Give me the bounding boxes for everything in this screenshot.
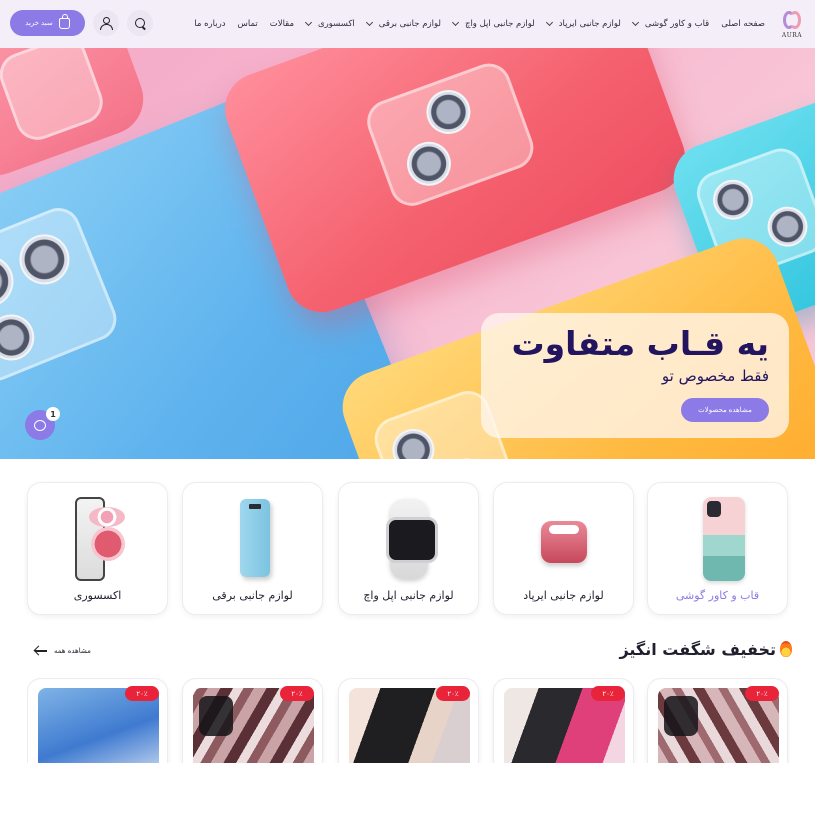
airpods-case-image (519, 491, 609, 586)
category-label: لوازم جانبی ایرپاد (523, 589, 604, 602)
category-card-airpods[interactable]: لوازم جانبی ایرپاد (493, 482, 634, 615)
nav-label: درباره ما (194, 19, 226, 29)
arrow-left-icon (35, 646, 47, 656)
nav-label: صفحه اصلی (721, 19, 765, 29)
category-card-phone-cases[interactable]: قاب و کاور گوشی (647, 482, 788, 615)
discount-badge: ۲۰٪ (745, 686, 779, 701)
nav-item-airpods[interactable]: لوازم جانبی ایرپاد (545, 18, 621, 29)
chevron-down-icon (631, 18, 639, 27)
category-card-accessories[interactable]: اکسسوری (27, 482, 168, 615)
chat-button[interactable]: 1 (25, 407, 60, 440)
main-nav: صفحه اصلی قاب و کاور گوشی لوازم جانبی ای… (182, 0, 765, 48)
deals-product-list: ۲۰٪ ۲۰٪ ۲۰٪ ۲۰٪ ۲۰٪ (27, 678, 790, 763)
nav-item-about[interactable]: درباره ما (194, 19, 225, 29)
product-card[interactable]: ۲۰٪ (493, 678, 634, 763)
nav-label: لوازم جانبی برقی (378, 19, 441, 29)
search-button[interactable] (127, 10, 153, 36)
search-icon (134, 17, 146, 29)
nav-label: مقالات (269, 19, 295, 29)
fire-icon (780, 641, 792, 657)
nav-item-phone-cases[interactable]: قاب و کاور گوشی (631, 18, 710, 29)
nav-label: لوازم جانبی اپل واچ (464, 19, 535, 29)
hero-subtitle: فقط مخصوص تو (661, 367, 769, 385)
deals-title: تخفیف شگفت انگیز (600, 640, 792, 659)
shopping-bag-icon (58, 13, 70, 29)
discount-badge: ۲۰٪ (280, 686, 314, 701)
phone-case-image (673, 491, 763, 586)
category-card-apple-watch[interactable]: لوازم جانبی اپل واچ (338, 482, 479, 615)
nav-item-home[interactable]: صفحه اصلی (721, 19, 765, 29)
category-label: اکسسوری (73, 589, 122, 602)
see-all-label: مشاهده همه (54, 647, 91, 655)
see-all-link[interactable]: مشاهده همه (35, 646, 91, 656)
category-label: قاب و کاور گوشی (675, 589, 760, 602)
nav-item-accessories[interactable]: اکسسوری (304, 18, 355, 29)
power-bank-image (208, 491, 298, 586)
product-card[interactable]: ۲۰٪ (27, 678, 168, 763)
discount-badge: ۲۰٪ (591, 686, 625, 701)
nav-item-articles[interactable]: مقالات (270, 19, 294, 29)
user-icon (100, 17, 113, 30)
nav-label: اکسسوری (318, 19, 355, 29)
discount-badge: ۲۰٪ (125, 686, 159, 701)
logo-mark-icon (782, 10, 802, 30)
category-label: لوازم جانبی اپل واچ (363, 589, 454, 602)
nav-label: لوازم جانبی ایرپاد (558, 19, 621, 29)
category-card-electric[interactable]: لوازم جانبی برقی (182, 482, 323, 615)
chat-bubble-icon (34, 419, 46, 431)
chat-badge: 1 (46, 407, 60, 421)
nav-label: تماس (237, 19, 258, 29)
account-button[interactable] (93, 10, 119, 36)
phone-grip-image (53, 491, 143, 586)
logo[interactable]: AURA (779, 10, 805, 39)
product-card[interactable]: ۲۰٪ (338, 678, 479, 763)
logo-text: AURA (781, 31, 803, 39)
nav-item-contact[interactable]: تماس (237, 19, 257, 29)
hero-title: یه قـاب متفاوت (511, 324, 769, 363)
nav-label: قاب و کاور گوشی (644, 19, 710, 29)
cart-button[interactable]: سبد خرید (10, 10, 85, 36)
nav-item-electric[interactable]: لوازم جانبی برقی (365, 18, 441, 29)
page: AURA صفحه اصلی قاب و کاور گوشی لوازم جان… (0, 0, 815, 838)
chevron-down-icon (365, 18, 373, 27)
category-list: قاب و کاور گوشی لوازم جانبی ایرپاد لوازم… (27, 482, 790, 615)
header-actions: سبد خرید (10, 10, 153, 36)
chevron-down-icon (451, 18, 459, 27)
hero-banner: یه قـاب متفاوت فقط مخصوص تو مشاهده محصول… (0, 48, 815, 459)
discount-badge: ۲۰٪ (436, 686, 470, 701)
product-card[interactable]: ۲۰٪ (182, 678, 323, 763)
chevron-down-icon (304, 18, 313, 27)
view-products-button[interactable]: مشاهده محصولات (681, 398, 769, 422)
category-label: لوازم جانبی برقی (212, 589, 293, 602)
hero-card: یه قـاب متفاوت فقط مخصوص تو مشاهده محصول… (481, 313, 789, 438)
nav-item-apple-watch[interactable]: لوازم جانبی اپل واچ (451, 18, 535, 29)
apple-watch-image (364, 491, 454, 586)
product-card[interactable]: ۲۰٪ (647, 678, 788, 763)
cart-label: سبد خرید (25, 20, 53, 27)
deals-title-text: تخفیف شگفت انگیز (619, 640, 776, 659)
chevron-down-icon (545, 18, 553, 27)
site-header: AURA صفحه اصلی قاب و کاور گوشی لوازم جان… (0, 0, 815, 48)
